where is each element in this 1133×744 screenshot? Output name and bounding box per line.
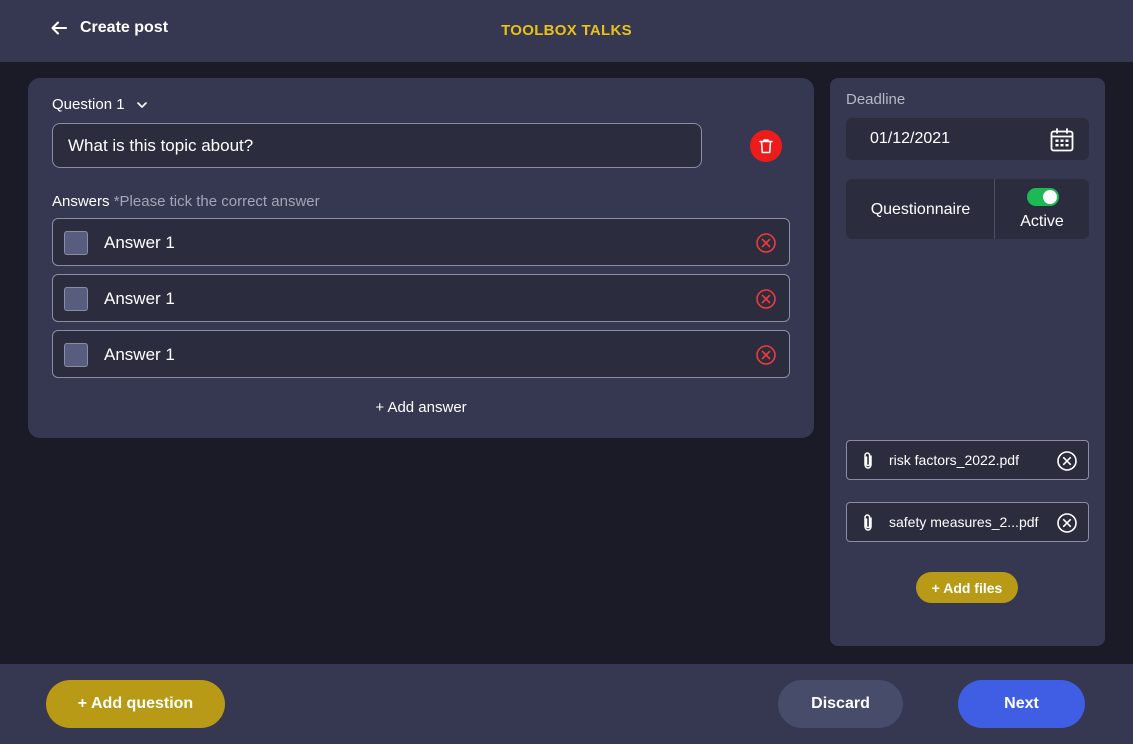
- question-dropdown[interactable]: Question 1: [52, 96, 149, 113]
- remove-answer-icon[interactable]: [755, 344, 777, 366]
- status-label: Active: [1020, 213, 1064, 230]
- file-name: risk factors_2022.pdf: [889, 452, 1019, 468]
- chevron-down-icon: [136, 101, 147, 108]
- answers-hint: *Please tick the correct answer: [113, 193, 320, 210]
- next-button[interactable]: Next: [958, 680, 1085, 728]
- paperclip-icon: [864, 452, 872, 469]
- answer-text[interactable]: Answer 1: [104, 289, 175, 309]
- settings-panel: Deadline 01/12/2021 Questionnaire Active…: [830, 78, 1105, 646]
- add-question-button[interactable]: + Add question: [46, 680, 225, 728]
- questionnaire-status: Questionnaire Active: [846, 179, 1089, 239]
- add-files-button[interactable]: + Add files: [916, 572, 1018, 603]
- app-title: TOOLBOX TALKS: [501, 22, 632, 39]
- answer-row: Answer 1: [52, 218, 790, 266]
- question-card: Question 1 Answers *Please tick the corr…: [28, 78, 814, 438]
- answer-row: Answer 1: [52, 330, 790, 378]
- questionnaire-cell: Questionnaire: [846, 179, 995, 239]
- remove-answer-icon[interactable]: [755, 288, 777, 310]
- questionnaire-label: Questionnaire: [870, 201, 971, 218]
- calendar-icon[interactable]: [1049, 127, 1075, 153]
- file-name: safety measures_2...pdf: [889, 514, 1039, 530]
- delete-question-button[interactable]: [750, 130, 782, 162]
- answer-checkbox[interactable]: [64, 343, 88, 367]
- active-toggle[interactable]: [1027, 188, 1059, 206]
- toggle-knob: [1043, 190, 1057, 204]
- add-answer-button[interactable]: + Add answer: [28, 399, 814, 416]
- answer-checkbox[interactable]: [64, 287, 88, 311]
- top-bar: Create post TOOLBOX TALKS: [0, 0, 1133, 62]
- remove-file-icon[interactable]: [1056, 450, 1078, 472]
- remove-file-icon[interactable]: [1056, 512, 1078, 534]
- remove-answer-icon[interactable]: [755, 232, 777, 254]
- bottom-bar: + Add question Discard Next: [0, 664, 1133, 744]
- deadline-label: Deadline: [846, 91, 906, 108]
- attached-file: safety measures_2...pdf: [846, 502, 1089, 542]
- deadline-value: 01/12/2021: [870, 130, 951, 147]
- answer-row: Answer 1: [52, 274, 790, 322]
- answers-title: Answers: [52, 193, 110, 210]
- discard-button[interactable]: Discard: [778, 680, 903, 728]
- answer-text[interactable]: Answer 1: [104, 233, 175, 253]
- trash-icon: [759, 139, 773, 154]
- answers-label: Answers *Please tick the correct answer: [52, 193, 320, 210]
- question-input[interactable]: [52, 123, 702, 168]
- answer-checkbox[interactable]: [64, 231, 88, 255]
- paperclip-icon: [864, 514, 872, 531]
- attached-file: risk factors_2022.pdf: [846, 440, 1089, 480]
- question-label: Question 1: [52, 96, 125, 113]
- answer-text[interactable]: Answer 1: [104, 345, 175, 365]
- deadline-date-picker[interactable]: 01/12/2021: [846, 118, 1089, 160]
